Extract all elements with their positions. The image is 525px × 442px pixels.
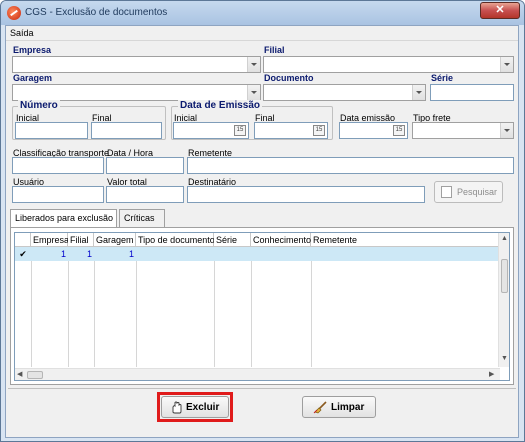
scroll-up-icon[interactable]: ▲	[501, 235, 508, 242]
horizontal-scroll-thumb[interactable]	[27, 371, 43, 379]
calendar-icon[interactable]: 15	[234, 125, 246, 136]
usuario-field[interactable]	[12, 186, 104, 203]
tipo-frete-combo[interactable]	[412, 122, 514, 139]
grid-header-conhecimento[interactable]: Conhecimento	[251, 233, 311, 247]
column-divider	[214, 247, 215, 367]
client-area: Saída Empresa Filial Garagem Documento S…	[5, 25, 519, 438]
chevron-down-icon[interactable]	[500, 57, 513, 72]
hand-delete-icon	[171, 401, 183, 414]
data-emissao-inicial-field[interactable]: 15	[173, 122, 249, 139]
cell-empresa: 1	[60, 249, 66, 259]
garagem-combo[interactable]	[12, 84, 261, 101]
data-emissao-field[interactable]: 15	[339, 122, 408, 139]
pesquisar-button[interactable]: Pesquisar	[434, 181, 503, 203]
column-divider	[31, 247, 32, 367]
numero-group-title: Número	[18, 100, 60, 111]
scroll-down-icon[interactable]: ▼	[501, 355, 508, 362]
vertical-scrollbar[interactable]: ▲ ▼	[498, 233, 509, 367]
window-title: CGS - Exclusão de documentos	[25, 7, 168, 18]
limpar-label: Limpar	[331, 402, 365, 413]
classificacao-field[interactable]	[12, 157, 104, 174]
grid-header-remetente[interactable]: Remetente	[311, 233, 500, 247]
tab-criticas[interactable]: Críticas	[119, 209, 165, 227]
empresa-combo[interactable]	[12, 56, 261, 73]
app-window: CGS - Exclusão de documentos ✕ Saída Emp…	[0, 0, 525, 442]
row-checkbox[interactable]: ✔	[15, 247, 31, 261]
limpar-button[interactable]: Limpar	[302, 396, 376, 418]
numero-inicial-field[interactable]	[15, 122, 88, 139]
serie-field[interactable]	[430, 84, 514, 101]
grid-header-tipo-documento[interactable]: Tipo de documento	[136, 233, 215, 247]
tab-panel: Empresa Filial Garagem Tipo de documento…	[10, 227, 514, 385]
cell-garagem: 1	[128, 249, 134, 259]
calendar-icon[interactable]: 15	[313, 125, 325, 136]
column-divider	[251, 247, 252, 367]
scroll-left-icon[interactable]: ◀	[17, 370, 22, 378]
grid-header-empresa[interactable]: Empresa	[31, 233, 69, 247]
excluir-label: Excluir	[186, 402, 220, 413]
garagem-label: Garagem	[13, 73, 53, 83]
grid-header-serie[interactable]: Série	[214, 233, 251, 247]
data-emissao-group-title: Data de Emissão	[178, 100, 263, 111]
calendar-icon[interactable]: 15	[393, 125, 405, 136]
valor-total-field[interactable]	[106, 186, 184, 203]
documento-label: Documento	[264, 73, 314, 83]
column-divider	[68, 247, 69, 367]
destinatario-field[interactable]	[187, 186, 425, 203]
remetente-field[interactable]	[187, 157, 514, 174]
column-divider	[136, 247, 137, 367]
menu-bar: Saída	[6, 26, 518, 41]
grid-header-filial[interactable]: Filial	[68, 233, 94, 247]
serie-label: Série	[431, 73, 454, 83]
numero-final-field[interactable]	[91, 122, 162, 139]
pesquisar-label: Pesquisar	[457, 187, 498, 197]
tab-liberados[interactable]: Liberados para exclusão	[10, 209, 117, 228]
title-bar: CGS - Exclusão de documentos ✕	[1, 1, 524, 25]
chevron-down-icon[interactable]	[500, 123, 513, 138]
documents-grid[interactable]: Empresa Filial Garagem Tipo de documento…	[14, 232, 510, 381]
chevron-down-icon[interactable]	[247, 85, 260, 100]
vertical-scroll-thumb[interactable]	[501, 259, 508, 293]
horizontal-scrollbar[interactable]: ◀ ▶	[15, 368, 500, 380]
data-emissao-final-field[interactable]: 15	[254, 122, 328, 139]
chevron-down-icon[interactable]	[412, 85, 425, 100]
close-button[interactable]: ✕	[480, 2, 520, 19]
app-logo-icon	[7, 6, 21, 20]
column-divider	[311, 247, 312, 367]
scroll-right-icon[interactable]: ▶	[489, 370, 494, 378]
cell-filial: 1	[86, 249, 92, 259]
broom-icon	[313, 401, 327, 414]
column-divider	[94, 247, 95, 367]
search-document-icon	[441, 186, 452, 198]
excluir-button[interactable]: Excluir	[161, 396, 229, 418]
grid-header-check	[15, 233, 31, 247]
menu-saida[interactable]: Saída	[10, 28, 34, 38]
documento-combo[interactable]	[263, 84, 426, 101]
grid-header-garagem[interactable]: Garagem	[94, 233, 136, 247]
filial-combo[interactable]	[263, 56, 514, 73]
data-hora-field[interactable]	[106, 157, 184, 174]
action-bar: Excluir Limpar	[8, 388, 516, 435]
empresa-label: Empresa	[13, 45, 52, 55]
filial-label: Filial	[264, 45, 285, 55]
chevron-down-icon[interactable]	[247, 57, 260, 72]
